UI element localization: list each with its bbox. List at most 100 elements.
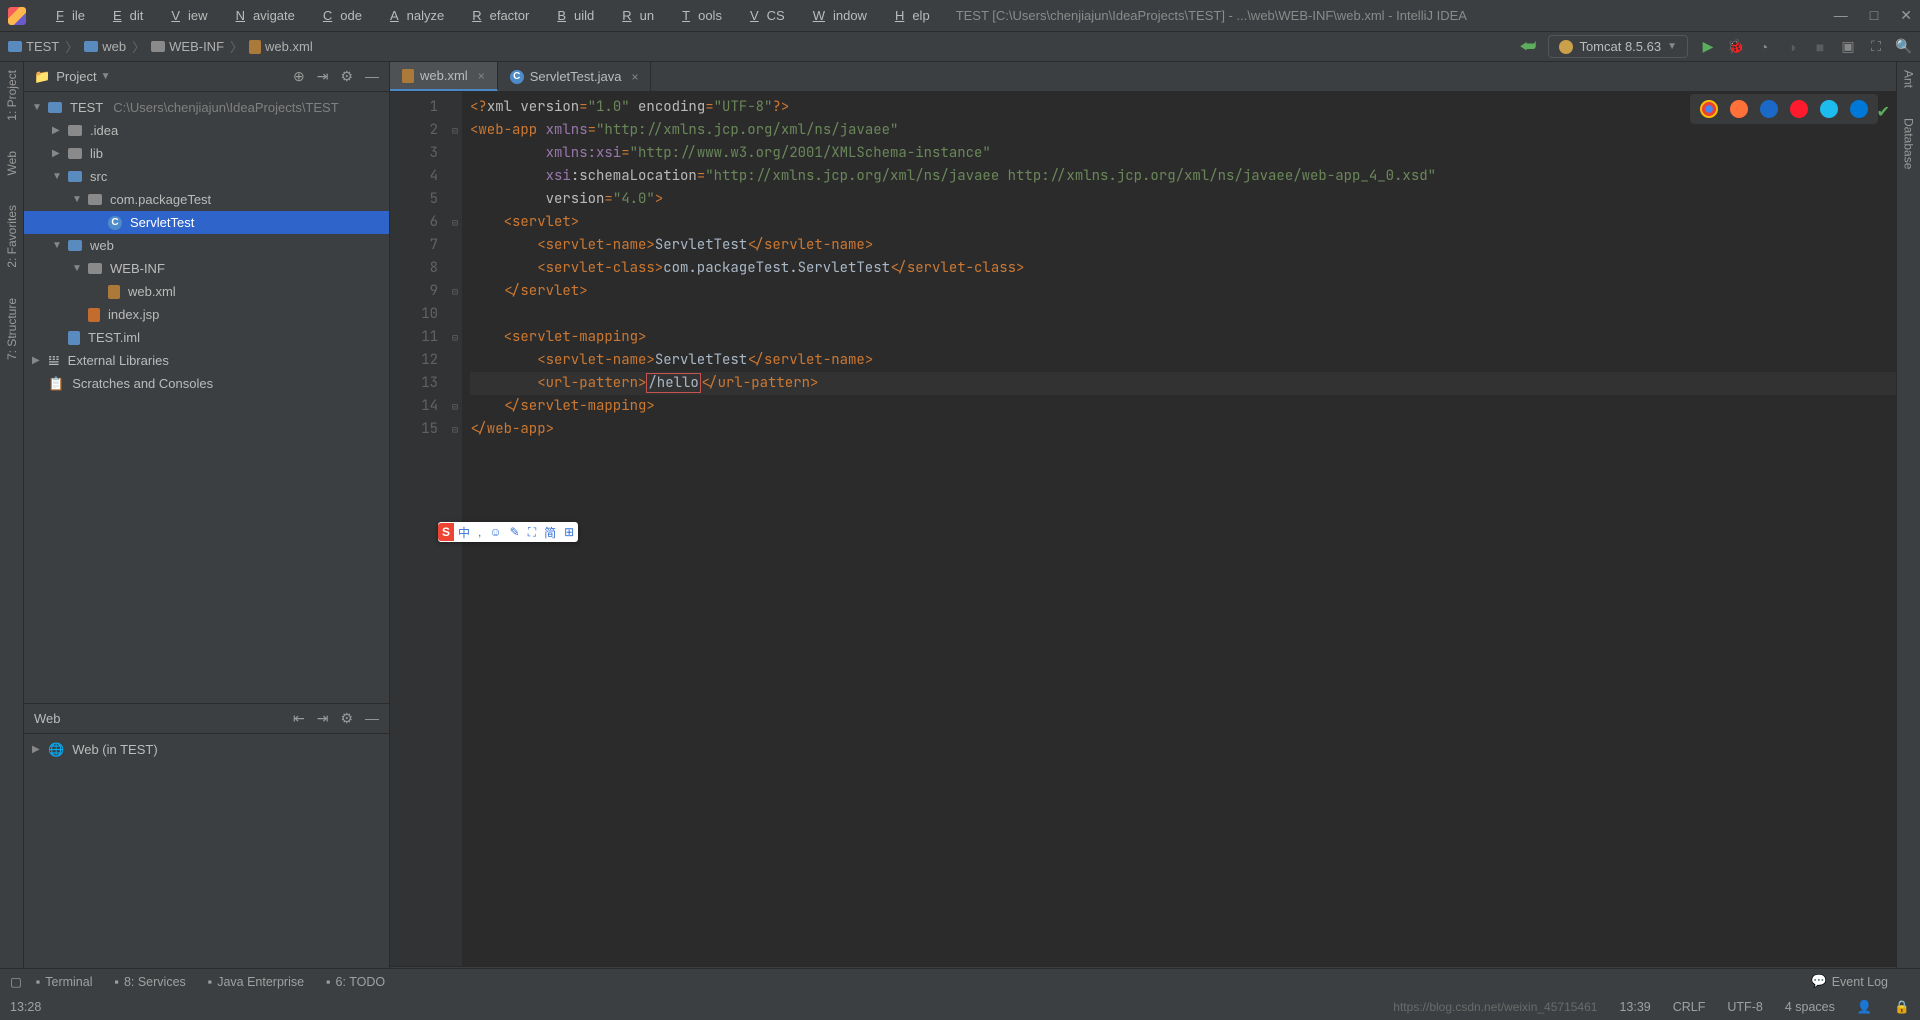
- project-panel-title: Project: [56, 69, 96, 84]
- caret-position[interactable]: 13:39: [1619, 1000, 1650, 1014]
- chevron-down-icon: ▼: [1667, 41, 1677, 52]
- tree-item[interactable]: index.jsp: [24, 303, 389, 326]
- menu-run[interactable]: Run: [606, 4, 662, 27]
- breadcrumb-item[interactable]: web: [84, 39, 126, 54]
- ime-button[interactable]: 简: [540, 524, 560, 541]
- menu-navigate[interactable]: Navigate: [220, 4, 303, 27]
- file-encoding[interactable]: UTF-8: [1727, 1000, 1762, 1014]
- hide-icon[interactable]: —: [365, 68, 379, 85]
- expand-all-icon[interactable]: ⇥: [317, 68, 329, 85]
- tree-item[interactable]: ▼TESTC:\Users\chenjiajun\IdeaProjects\TE…: [24, 96, 389, 119]
- ime-button[interactable]: ✎: [506, 525, 524, 539]
- tool-stripe-structure[interactable]: 7: Structure: [5, 298, 19, 360]
- folder-icon: [48, 102, 62, 113]
- ime-button[interactable]: 中: [454, 524, 474, 541]
- tool-stripe-database[interactable]: Database: [1902, 118, 1916, 169]
- code-editor[interactable]: <?xml version="1.0" encoding="UTF-8"?><w…: [462, 92, 1896, 966]
- tree-item[interactable]: ▶lib: [24, 142, 389, 165]
- menu-refactor[interactable]: Refactor: [456, 4, 537, 27]
- stop-icon[interactable]: ■: [1812, 39, 1828, 55]
- search-everywhere-icon[interactable]: ⛶: [1868, 39, 1884, 55]
- tree-item[interactable]: web.xml: [24, 280, 389, 303]
- profile-icon[interactable]: ◑: [1784, 39, 1800, 55]
- menu-file[interactable]: File: [40, 4, 93, 27]
- menu-edit[interactable]: Edit: [97, 4, 151, 27]
- menu-build[interactable]: Build: [541, 4, 602, 27]
- line-separator[interactable]: CRLF: [1673, 1000, 1706, 1014]
- edge-icon[interactable]: [1850, 100, 1868, 118]
- ime-button[interactable]: ☺: [485, 525, 505, 539]
- menu-vcs[interactable]: VCS: [734, 4, 793, 27]
- toolwindow-quick-access-icon[interactable]: ▢: [10, 974, 22, 989]
- debug-icon[interactable]: 🐞: [1728, 39, 1744, 55]
- event-log-button[interactable]: 💬 Event Log: [1811, 974, 1888, 989]
- tool-stripe-ant[interactable]: Ant: [1902, 70, 1916, 88]
- tree-item[interactable]: TEST.iml: [24, 326, 389, 349]
- services-icon: ▪: [115, 975, 119, 989]
- toolwindow-terminal[interactable]: ▪Terminal: [36, 975, 93, 989]
- menu-analyze[interactable]: Analyze: [374, 4, 452, 27]
- inspection-ok-icon[interactable]: ✔: [1877, 102, 1890, 122]
- update-icon[interactable]: ▣: [1840, 39, 1856, 55]
- locate-icon[interactable]: ⊕: [293, 68, 305, 85]
- editor-tabs: web.xml×CServletTest.java×: [390, 62, 1896, 92]
- folder-icon: [68, 125, 82, 136]
- menu-window[interactable]: Window: [797, 4, 875, 27]
- breadcrumb-item[interactable]: WEB-INF: [151, 39, 224, 54]
- editor-tab[interactable]: CServletTest.java×: [498, 62, 652, 91]
- web-panel-header: Web ⇤ ⇥ ⚙ —: [24, 704, 389, 734]
- editor-tab[interactable]: web.xml×: [390, 62, 498, 91]
- close-tab-icon[interactable]: ×: [478, 69, 485, 83]
- maximize-icon[interactable]: □: [1870, 7, 1878, 24]
- tree-item[interactable]: ▶🌐Web (in TEST): [24, 738, 389, 761]
- firefox-icon[interactable]: [1730, 100, 1748, 118]
- tree-item[interactable]: ▼src: [24, 165, 389, 188]
- ie-icon[interactable]: [1820, 100, 1838, 118]
- build-icon[interactable]: ⮨: [1520, 36, 1537, 57]
- tool-stripe-web[interactable]: Web: [5, 151, 19, 175]
- menu-tools[interactable]: Tools: [666, 4, 730, 27]
- tree-item[interactable]: ▼com.packageTest: [24, 188, 389, 211]
- tree-item[interactable]: ▶𝍎External Libraries: [24, 349, 389, 372]
- inspection-icon[interactable]: 👤: [1857, 1000, 1873, 1015]
- minimize-icon[interactable]: —: [1834, 7, 1848, 24]
- tree-item[interactable]: ▶.idea: [24, 119, 389, 142]
- tree-item[interactable]: ▼web: [24, 234, 389, 257]
- breadcrumb-item[interactable]: web.xml: [249, 39, 313, 54]
- gear-icon[interactable]: ⚙: [340, 68, 353, 85]
- ime-button[interactable]: ,: [474, 525, 485, 539]
- tree-item[interactable]: 📋Scratches and Consoles: [24, 372, 389, 395]
- toolwindow-services[interactable]: ▪8: Services: [115, 975, 186, 989]
- collapse-icon[interactable]: ⇥: [317, 710, 329, 727]
- close-tab-icon[interactable]: ×: [631, 70, 638, 84]
- chevron-down-icon[interactable]: ▼: [101, 71, 111, 82]
- chrome-icon[interactable]: [1700, 100, 1718, 118]
- menu-help[interactable]: Help: [879, 4, 938, 27]
- coverage-icon[interactable]: ◔: [1756, 39, 1772, 55]
- hide-icon[interactable]: —: [365, 710, 379, 727]
- scratch-icon: 📋: [48, 376, 64, 392]
- close-icon[interactable]: ✕: [1900, 7, 1912, 24]
- tool-stripe-favorites[interactable]: 2: Favorites: [5, 205, 19, 268]
- toolwindow-javaenterprise[interactable]: ▪Java Enterprise: [208, 975, 304, 989]
- ime-button[interactable]: ⛶: [524, 525, 540, 540]
- indent-info[interactable]: 4 spaces: [1785, 1000, 1835, 1014]
- safari-icon[interactable]: [1760, 100, 1778, 118]
- tool-stripe-project[interactable]: 1: Project: [5, 70, 19, 121]
- ime-toolbar[interactable]: S中,☺✎⛶简⊞: [438, 522, 578, 542]
- tree-item[interactable]: ▼WEB-INF: [24, 257, 389, 280]
- menu-code[interactable]: Code: [307, 4, 370, 27]
- gear-icon[interactable]: ⚙: [340, 710, 353, 727]
- ime-button[interactable]: ⊞: [560, 525, 578, 539]
- breadcrumb-item[interactable]: TEST: [8, 39, 59, 54]
- opera-icon[interactable]: [1790, 100, 1808, 118]
- search-icon[interactable]: 🔍: [1896, 39, 1912, 55]
- expand-icon[interactable]: ⇤: [293, 710, 305, 727]
- run-icon[interactable]: ▶: [1700, 39, 1716, 55]
- toolwindow-todo[interactable]: ▪6: TODO: [326, 975, 385, 989]
- menu-view[interactable]: View: [155, 4, 215, 27]
- lock-icon[interactable]: 🔒: [1894, 1000, 1910, 1015]
- event-log-label: Event Log: [1832, 975, 1888, 989]
- run-config-selector[interactable]: Tomcat 8.5.63 ▼: [1548, 35, 1688, 58]
- tree-item[interactable]: CServletTest: [24, 211, 389, 234]
